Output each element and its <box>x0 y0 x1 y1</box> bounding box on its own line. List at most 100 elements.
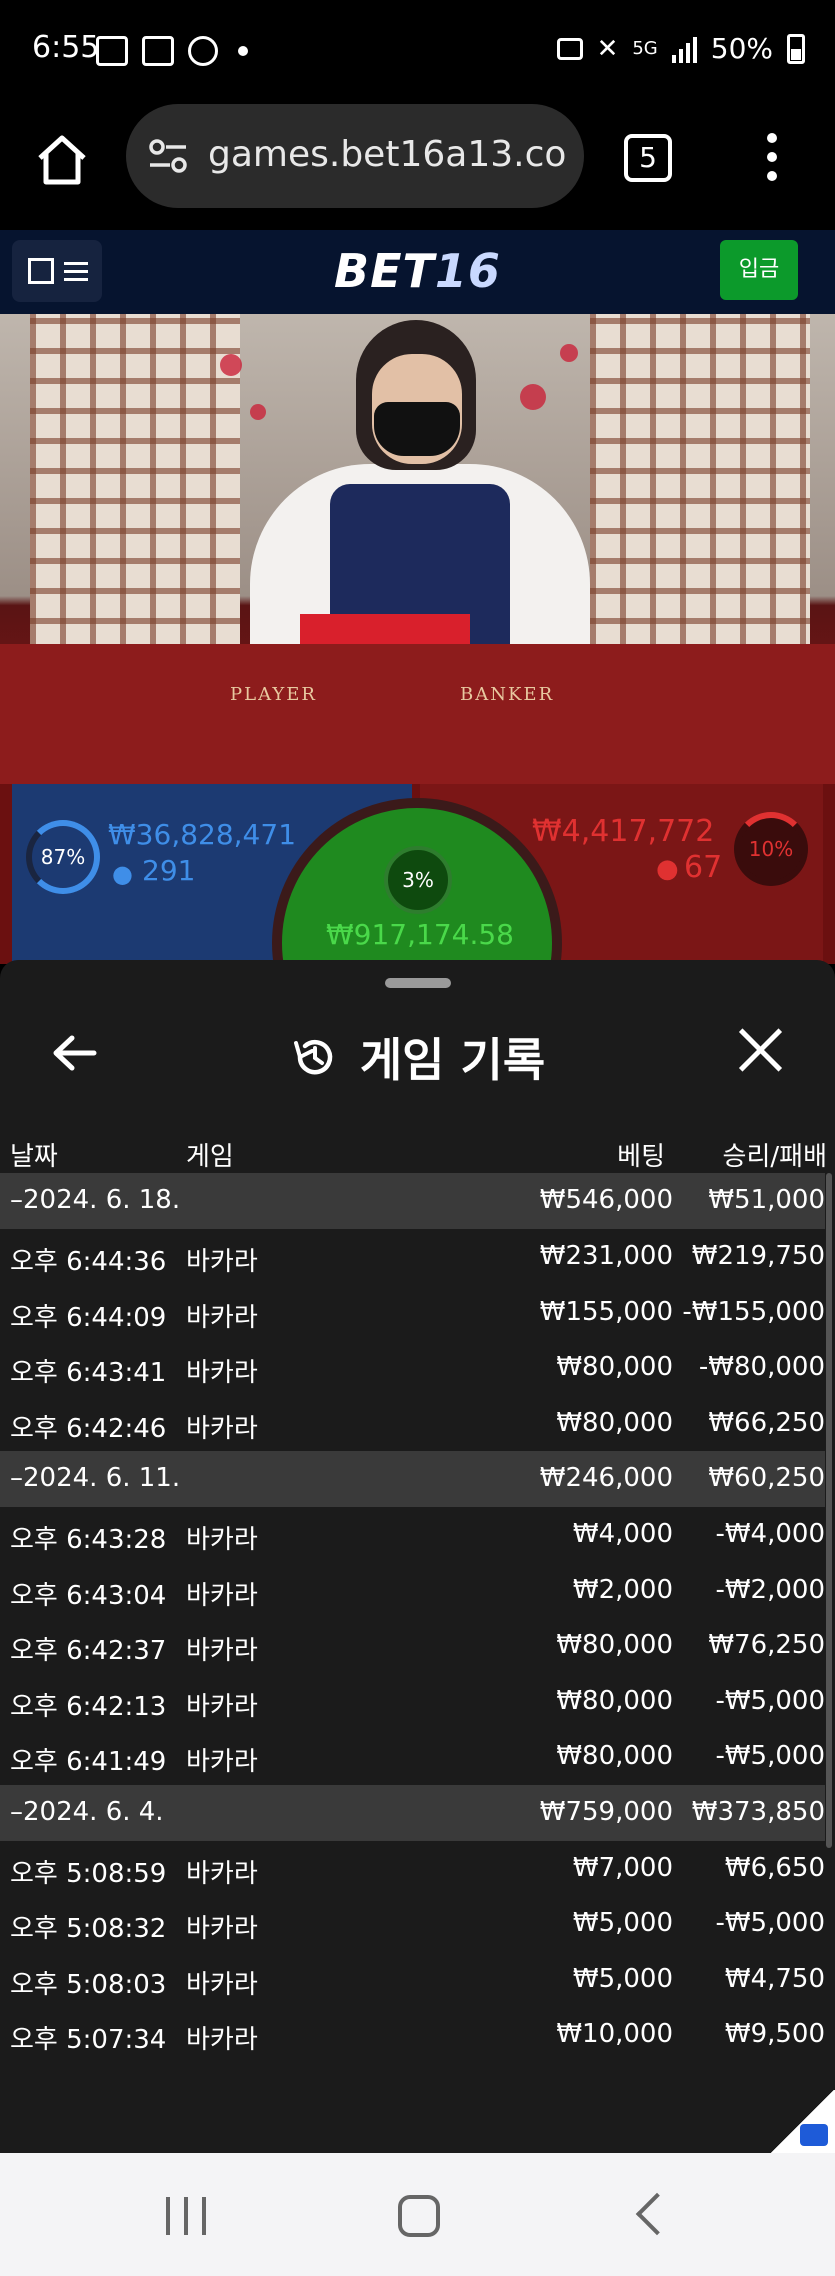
row-result: ₩9,500 <box>724 2019 825 2049</box>
col-game: 게임 <box>186 1142 234 1172</box>
row-result: ₩76,250 <box>708 1630 825 1660</box>
row-game: 바카라 <box>186 1302 258 1333</box>
row-time: 오후 5:07:34 <box>10 2025 167 2055</box>
table-row[interactable]: 오후 6:41:49 바카라 ₩80,000 -₩5,000 <box>0 1729 825 1785</box>
table-row[interactable]: 오후 6:42:37 바카라 ₩80,000 ₩76,250 <box>0 1618 825 1674</box>
banker-bettor-count: 67 <box>684 850 723 885</box>
blossom <box>520 384 546 410</box>
notification-icons <box>96 36 248 66</box>
date-group-row[interactable]: –2024. 6. 4. ₩759,000 ₩373,850 <box>0 1784 825 1841</box>
row-bet: ₩7,000 <box>572 1852 673 1883</box>
player-bettor-count: 291 <box>142 854 196 887</box>
row-game: 바카라 <box>186 1636 258 1666</box>
dealer-belt <box>300 614 470 648</box>
site-header: BET16 입금 <box>0 230 835 314</box>
site-settings-icon[interactable] <box>148 138 188 174</box>
row-bet: ₩759,000 <box>539 1796 673 1827</box>
row-bet: ₩80,000 <box>556 1630 673 1660</box>
panel-header: 게임 기록 <box>0 1000 835 1110</box>
tie-total-amount: ₩917,174.58 <box>325 918 514 951</box>
battery-percent: 50% <box>710 32 773 65</box>
row-bet: ₩5,000 <box>572 1963 673 1994</box>
table-row[interactable]: 오후 6:43:41 바카라 ₩80,000 -₩80,000 <box>0 1340 825 1396</box>
status-bar: 6:55 ✕ 5G 50% <box>0 0 835 100</box>
home-icon[interactable] <box>34 132 90 188</box>
table-row[interactable]: 오후 6:44:36 바카라 ₩231,000 ₩219,750 <box>0 1229 825 1285</box>
col-result: 승리/패배 <box>722 1142 827 1172</box>
row-time: 오후 6:43:04 <box>10 1580 167 1611</box>
col-date: 날짜 <box>10 1142 58 1172</box>
row-game: 바카라 <box>186 1413 258 1444</box>
row-result: -₩2,000 <box>715 1574 825 1605</box>
row-bet: ₩80,000 <box>556 1407 673 1438</box>
table-felt <box>0 644 835 784</box>
browser-toolbar: games.bet16a13.com/L 5 <box>0 100 835 230</box>
folding-screen-right <box>590 314 810 654</box>
site-logo[interactable]: BET16 <box>0 244 835 298</box>
recent-apps-icon[interactable] <box>166 2197 206 2235</box>
bet-summary: 87% ₩36,828,471 ● 291 ₩4,417,772 ● 67 10… <box>0 784 835 1088</box>
cast-icon <box>556 37 583 60</box>
row-result: ₩6,650 <box>724 1852 825 1883</box>
table-header: 날짜 게임 베팅 승리/패배 <box>0 1120 835 1180</box>
row-result: -₩4,000 <box>715 1519 825 1549</box>
logo-number: 16 <box>434 244 501 298</box>
home-nav-icon[interactable] <box>398 2195 440 2237</box>
date-group-row[interactable]: –2024. 6. 11. ₩246,000 ₩60,250 <box>0 1451 825 1507</box>
row-bet: ₩2,000 <box>572 1574 673 1605</box>
row-result: ₩219,750 <box>691 1241 825 1271</box>
row-bet: ₩246,000 <box>539 1463 673 1493</box>
more-notifications-dot <box>238 46 248 56</box>
row-game: 바카라 <box>186 1358 258 1388</box>
panel-title: 게임 기록 <box>359 1033 546 1087</box>
app-shortcut-icon[interactable] <box>800 2124 828 2146</box>
panel-title-wrap: 게임 기록 <box>0 1024 835 1090</box>
table-row[interactable]: 오후 6:44:09 바카라 ₩155,000 -₩155,000 <box>0 1285 825 1341</box>
system-status: ✕ 5G 50% <box>556 32 805 65</box>
table-row[interactable]: 오후 6:42:46 바카라 ₩80,000 ₩66,250 <box>0 1396 825 1452</box>
row-result: ₩373,850 <box>691 1796 825 1827</box>
table-row[interactable]: 오후 6:43:28 바카라 ₩4,000 -₩4,000 <box>0 1507 825 1563</box>
row-bet: ₩546,000 <box>539 1185 673 1215</box>
player-percent-ring: 87% <box>26 820 100 894</box>
app-notification-icon <box>96 36 128 66</box>
address-bar[interactable]: games.bet16a13.com/L <box>126 104 584 208</box>
felt-banker-label: BANKER <box>460 684 555 705</box>
scrollbar[interactable] <box>826 1173 832 1848</box>
table-row[interactable]: 오후 5:07:34 바카라 ₩10,000 ₩9,500 <box>0 2007 825 2063</box>
deposit-button[interactable]: 입금 <box>720 240 798 300</box>
system-nav-bar <box>0 2153 835 2276</box>
drag-handle[interactable] <box>385 978 451 988</box>
date-group-row[interactable]: –2024. 6. 18. ₩546,000 ₩51,000 <box>0 1173 825 1229</box>
banker-icon: ● <box>656 854 679 884</box>
row-time: 오후 6:41:49 <box>10 1747 167 1777</box>
row-time: 오후 5:08:03 <box>10 1969 167 2000</box>
close-icon[interactable] <box>736 1026 784 1074</box>
row-time: 오후 6:43:41 <box>10 1358 167 1388</box>
history-icon <box>293 1040 333 1075</box>
row-game: 바카라 <box>186 2025 258 2055</box>
network-type: 5G <box>632 38 658 59</box>
back-nav-icon[interactable] <box>635 2192 679 2236</box>
player-total-amount: ₩36,828,471 <box>108 818 297 851</box>
blossom <box>220 354 242 376</box>
logo-text: BET <box>334 244 435 298</box>
table-row[interactable]: 오후 5:08:59 바카라 ₩7,000 ₩6,650 <box>0 1841 825 1897</box>
row-game: 바카라 <box>186 1858 258 1889</box>
row-time: 오후 6:44:09 <box>10 1302 167 1333</box>
row-time: 오후 6:43:28 <box>10 1525 167 1555</box>
row-result: -₩155,000 <box>682 1296 825 1327</box>
tie-percent-ring: 3% <box>384 846 452 914</box>
row-result: -₩5,000 <box>715 1908 825 1938</box>
row-bet: ₩80,000 <box>556 1685 673 1716</box>
row-time: 오후 6:44:36 <box>10 1247 167 1277</box>
table-row[interactable]: 오후 6:43:04 바카라 ₩2,000 -₩2,000 <box>0 1563 825 1619</box>
table-row[interactable]: 오후 5:08:03 바카라 ₩5,000 ₩4,750 <box>0 1952 825 2008</box>
blossom <box>250 404 266 420</box>
tab-switcher-button[interactable]: 5 <box>624 134 672 182</box>
row-bet: ₩231,000 <box>539 1241 673 1271</box>
table-row[interactable]: 오후 5:08:32 바카라 ₩5,000 -₩5,000 <box>0 1896 825 1952</box>
banker-total-amount: ₩4,417,772 <box>532 814 715 849</box>
more-vert-icon[interactable] <box>760 128 784 192</box>
table-row[interactable]: 오후 6:42:13 바카라 ₩80,000 -₩5,000 <box>0 1674 825 1730</box>
